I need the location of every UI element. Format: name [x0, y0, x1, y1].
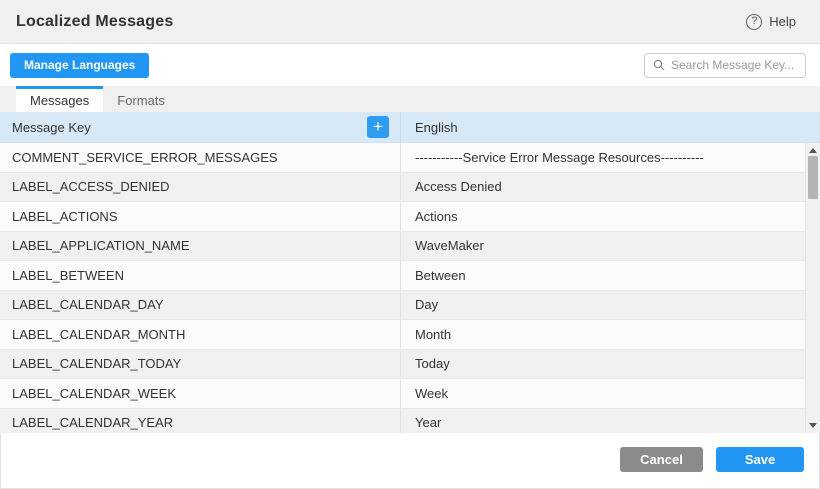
table-row[interactable]: LABEL_BETWEENBetween [0, 261, 805, 291]
footer-actions: Cancel Save [620, 447, 804, 472]
page-title: Localized Messages [16, 13, 173, 31]
search-input[interactable] [671, 58, 797, 72]
manage-languages-button[interactable]: Manage Languages [10, 53, 149, 78]
table-header: Message Key + English [0, 112, 820, 143]
message-key-cell[interactable]: LABEL_ACCESS_DENIED [0, 173, 401, 202]
table-row[interactable]: LABEL_CALENDAR_TODAYToday [0, 350, 805, 380]
help-button[interactable]: ? Help [746, 14, 796, 30]
english-value-cell[interactable]: Year [401, 409, 805, 434]
table-row[interactable]: LABEL_CALENDAR_YEARYear [0, 409, 805, 434]
english-header-label: English [415, 120, 458, 135]
column-header-message-key: Message Key + [0, 112, 401, 142]
message-key-cell[interactable]: LABEL_CALENDAR_YEAR [0, 409, 401, 434]
scrollbar-thumb[interactable] [808, 156, 818, 199]
message-key-cell[interactable]: LABEL_BETWEEN [0, 261, 401, 290]
table-row[interactable]: LABEL_CALENDAR_MONTHMonth [0, 320, 805, 350]
english-value-cell[interactable]: Month [401, 320, 805, 349]
help-question-icon: ? [746, 14, 762, 30]
localized-messages-dialog: Localized Messages ? Help Manage Languag… [0, 0, 820, 489]
help-label: Help [769, 14, 796, 29]
message-key-cell[interactable]: LABEL_ACTIONS [0, 202, 401, 231]
english-value-cell[interactable]: Actions [401, 202, 805, 231]
english-value-cell[interactable]: -----------Service Error Message Resourc… [401, 143, 805, 172]
english-value-cell[interactable]: Week [401, 379, 805, 408]
english-value-cell[interactable]: Between [401, 261, 805, 290]
table-row[interactable]: LABEL_CALENDAR_WEEKWeek [0, 379, 805, 409]
english-value-cell[interactable]: Today [401, 350, 805, 379]
message-key-cell[interactable]: LABEL_CALENDAR_WEEK [0, 379, 401, 408]
message-key-cell[interactable]: LABEL_CALENDAR_DAY [0, 291, 401, 320]
table-row[interactable]: LABEL_ACCESS_DENIEDAccess Denied [0, 173, 805, 203]
english-value-cell[interactable]: WaveMaker [401, 232, 805, 261]
table-row[interactable]: COMMENT_SERVICE_ERROR_MESSAGES----------… [0, 143, 805, 173]
vertical-scrollbar[interactable] [805, 143, 820, 433]
search-icon [653, 59, 665, 71]
search-box[interactable] [644, 53, 806, 78]
table-rows: COMMENT_SERVICE_ERROR_MESSAGES----------… [0, 143, 805, 433]
table-row[interactable]: LABEL_CALENDAR_DAYDay [0, 291, 805, 321]
scroll-down-icon[interactable] [809, 423, 817, 428]
add-message-key-button[interactable]: + [367, 116, 389, 138]
column-header-english: English [401, 112, 820, 142]
table-row[interactable]: LABEL_ACTIONSActions [0, 202, 805, 232]
message-key-header-label: Message Key [12, 120, 91, 135]
english-value-cell[interactable]: Access Denied [401, 173, 805, 202]
message-key-cell[interactable]: LABEL_CALENDAR_MONTH [0, 320, 401, 349]
table-body: COMMENT_SERVICE_ERROR_MESSAGES----------… [0, 143, 820, 433]
table-row[interactable]: LABEL_APPLICATION_NAMEWaveMaker [0, 232, 805, 262]
tab-formats[interactable]: Formats [103, 86, 179, 112]
tab-messages[interactable]: Messages [16, 86, 103, 112]
toolbar: Manage Languages [0, 44, 820, 86]
scroll-up-icon[interactable] [809, 148, 817, 153]
message-key-cell[interactable]: LABEL_APPLICATION_NAME [0, 232, 401, 261]
save-button[interactable]: Save [716, 447, 804, 472]
cancel-button[interactable]: Cancel [620, 447, 703, 472]
message-key-cell[interactable]: LABEL_CALENDAR_TODAY [0, 350, 401, 379]
english-value-cell[interactable]: Day [401, 291, 805, 320]
dialog-header: Localized Messages ? Help [0, 0, 820, 44]
tab-bar: Messages Formats [0, 86, 820, 112]
message-key-cell[interactable]: COMMENT_SERVICE_ERROR_MESSAGES [0, 143, 401, 172]
